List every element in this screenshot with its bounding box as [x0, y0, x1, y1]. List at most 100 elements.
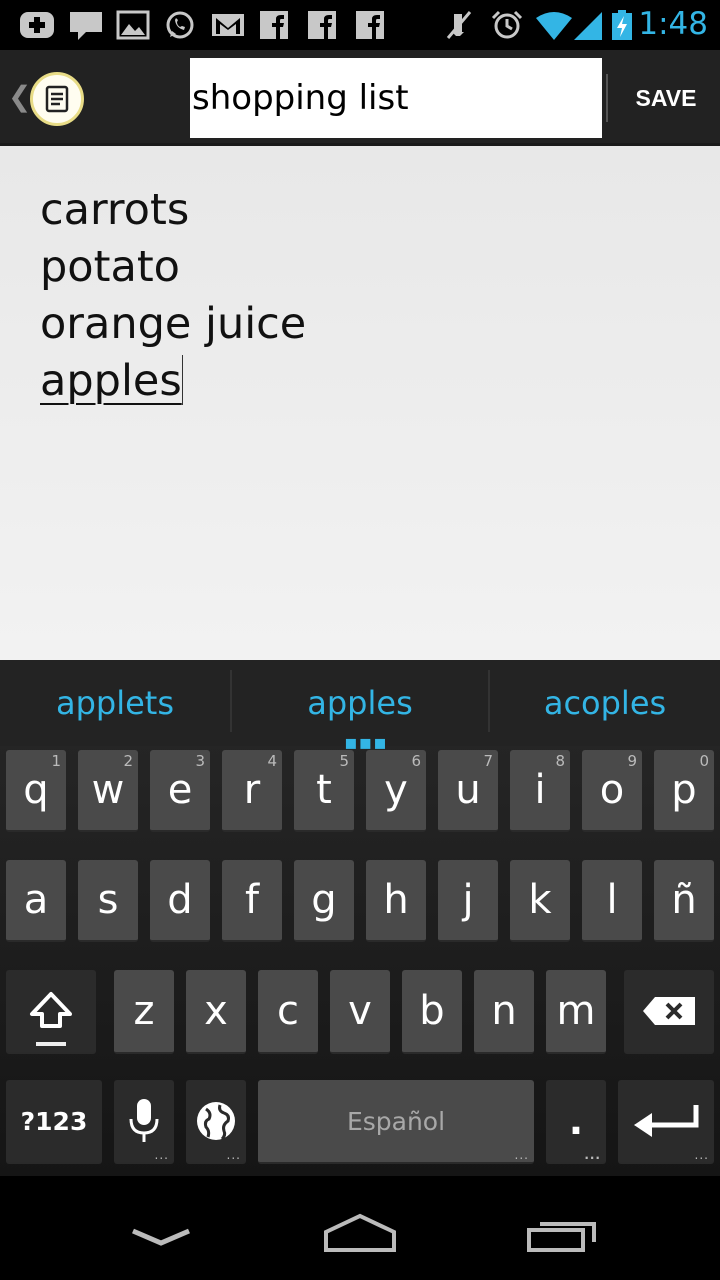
shift-indicator	[36, 1042, 66, 1046]
key-a[interactable]: a	[6, 860, 66, 942]
facebook-icon	[308, 11, 336, 39]
key-h[interactable]: h	[366, 860, 426, 942]
key-n[interactable]: n	[474, 970, 534, 1054]
soft-keyboard: applets apples acoples ▪▪▪ ?123 ... ... …	[0, 660, 720, 1176]
key-hint: 7	[483, 752, 493, 770]
key-label: q	[23, 767, 49, 813]
suggestion-item[interactable]: acoples	[490, 660, 720, 746]
action-bar: ❮ SAVE	[0, 50, 720, 146]
key-hint: 0	[699, 752, 709, 770]
key-f[interactable]: f	[222, 860, 282, 942]
text-cursor	[181, 355, 183, 405]
message-icon	[70, 12, 102, 40]
key-label: x	[204, 988, 228, 1034]
key-label: s	[97, 877, 119, 923]
facebook-icon	[356, 11, 384, 39]
more-indicator: ...	[584, 1148, 601, 1162]
key-s[interactable]: s	[78, 860, 138, 942]
key-k[interactable]: k	[510, 860, 570, 942]
period-key-label: .	[568, 1099, 584, 1143]
key-d[interactable]: d	[150, 860, 210, 942]
signal-icon	[574, 12, 602, 40]
key-y[interactable]: y6	[366, 750, 426, 832]
home-icon[interactable]	[322, 1212, 398, 1254]
key-w[interactable]: w2	[78, 750, 138, 832]
note-text[interactable]: carrots potato orange juice apples	[40, 182, 306, 410]
key-label: d	[167, 877, 193, 923]
alarm-icon	[491, 10, 523, 39]
key-label: n	[491, 988, 517, 1034]
key-label: b	[419, 988, 445, 1034]
key-z[interactable]: z	[114, 970, 174, 1054]
status-clock: 1:48	[638, 6, 708, 42]
key-j[interactable]: j	[438, 860, 498, 942]
key-hint: 1	[51, 752, 61, 770]
key-g[interactable]: g	[294, 860, 354, 942]
shift-icon	[30, 992, 72, 1028]
key-b[interactable]: b	[402, 970, 462, 1054]
mute-icon	[446, 11, 472, 39]
key-label: c	[277, 988, 299, 1034]
key-label: f	[244, 877, 260, 923]
key-o[interactable]: o9	[582, 750, 642, 832]
backspace-key[interactable]	[624, 970, 714, 1054]
key-label: a	[23, 877, 49, 923]
battery-charging-icon	[612, 10, 632, 40]
voice-input-key[interactable]: ...	[114, 1080, 174, 1164]
backspace-icon	[643, 997, 695, 1025]
note-icon	[45, 85, 69, 113]
key-hint: 2	[123, 752, 133, 770]
key-m[interactable]: m	[546, 970, 606, 1054]
key-l[interactable]: l	[582, 860, 642, 942]
more-indicator: ...	[226, 1148, 241, 1162]
key-label: z	[133, 988, 155, 1034]
key-label: i	[534, 767, 546, 813]
status-bar: 1:48	[0, 0, 720, 50]
key-ñ[interactable]: ñ	[654, 860, 714, 942]
save-button[interactable]: SAVE	[612, 50, 720, 146]
key-x[interactable]: x	[186, 970, 246, 1054]
key-label: y	[384, 767, 408, 813]
key-label: l	[606, 877, 618, 923]
key-p[interactable]: p0	[654, 750, 714, 832]
key-label: k	[528, 877, 552, 923]
space-key[interactable]: Español ...	[258, 1080, 534, 1164]
facebook-icon	[260, 11, 288, 39]
app-icon[interactable]	[30, 72, 84, 126]
note-line: potato	[40, 242, 180, 292]
key-i[interactable]: i8	[510, 750, 570, 832]
wifi-icon	[536, 12, 572, 40]
key-hint: 3	[195, 752, 205, 770]
key-label: v	[348, 988, 372, 1034]
key-e[interactable]: e3	[150, 750, 210, 832]
key-hint: 8	[555, 752, 565, 770]
up-chevron-icon[interactable]: ❮	[8, 80, 31, 113]
symbols-key[interactable]: ?123	[6, 1080, 102, 1164]
recents-icon[interactable]	[526, 1216, 598, 1254]
back-icon[interactable]	[130, 1226, 192, 1248]
key-q[interactable]: q1	[6, 750, 66, 832]
more-indicator: ...	[694, 1148, 709, 1162]
key-t[interactable]: t5	[294, 750, 354, 832]
key-c[interactable]: c	[258, 970, 318, 1054]
language-key[interactable]: ...	[186, 1080, 246, 1164]
key-label: j	[462, 877, 474, 923]
enter-key[interactable]: ...	[618, 1080, 714, 1164]
key-r[interactable]: r4	[222, 750, 282, 832]
key-u[interactable]: u7	[438, 750, 498, 832]
suggestion-item[interactable]: applets	[0, 660, 230, 746]
note-line-current: apples	[40, 353, 306, 410]
shift-key[interactable]	[6, 970, 96, 1054]
key-label: g	[311, 877, 337, 923]
period-key[interactable]: . ...	[546, 1080, 606, 1164]
key-label: t	[316, 767, 332, 813]
key-label: m	[556, 988, 596, 1034]
note-body[interactable]: carrots potato orange juice apples	[0, 146, 720, 660]
key-v[interactable]: v	[330, 970, 390, 1054]
suggestion-strip: applets apples acoples ▪▪▪	[0, 660, 720, 754]
globe-icon	[197, 1102, 235, 1141]
key-label: r	[243, 767, 261, 813]
plus-icon	[20, 12, 54, 38]
note-title-input[interactable]	[190, 58, 602, 138]
key-label: w	[91, 767, 125, 813]
